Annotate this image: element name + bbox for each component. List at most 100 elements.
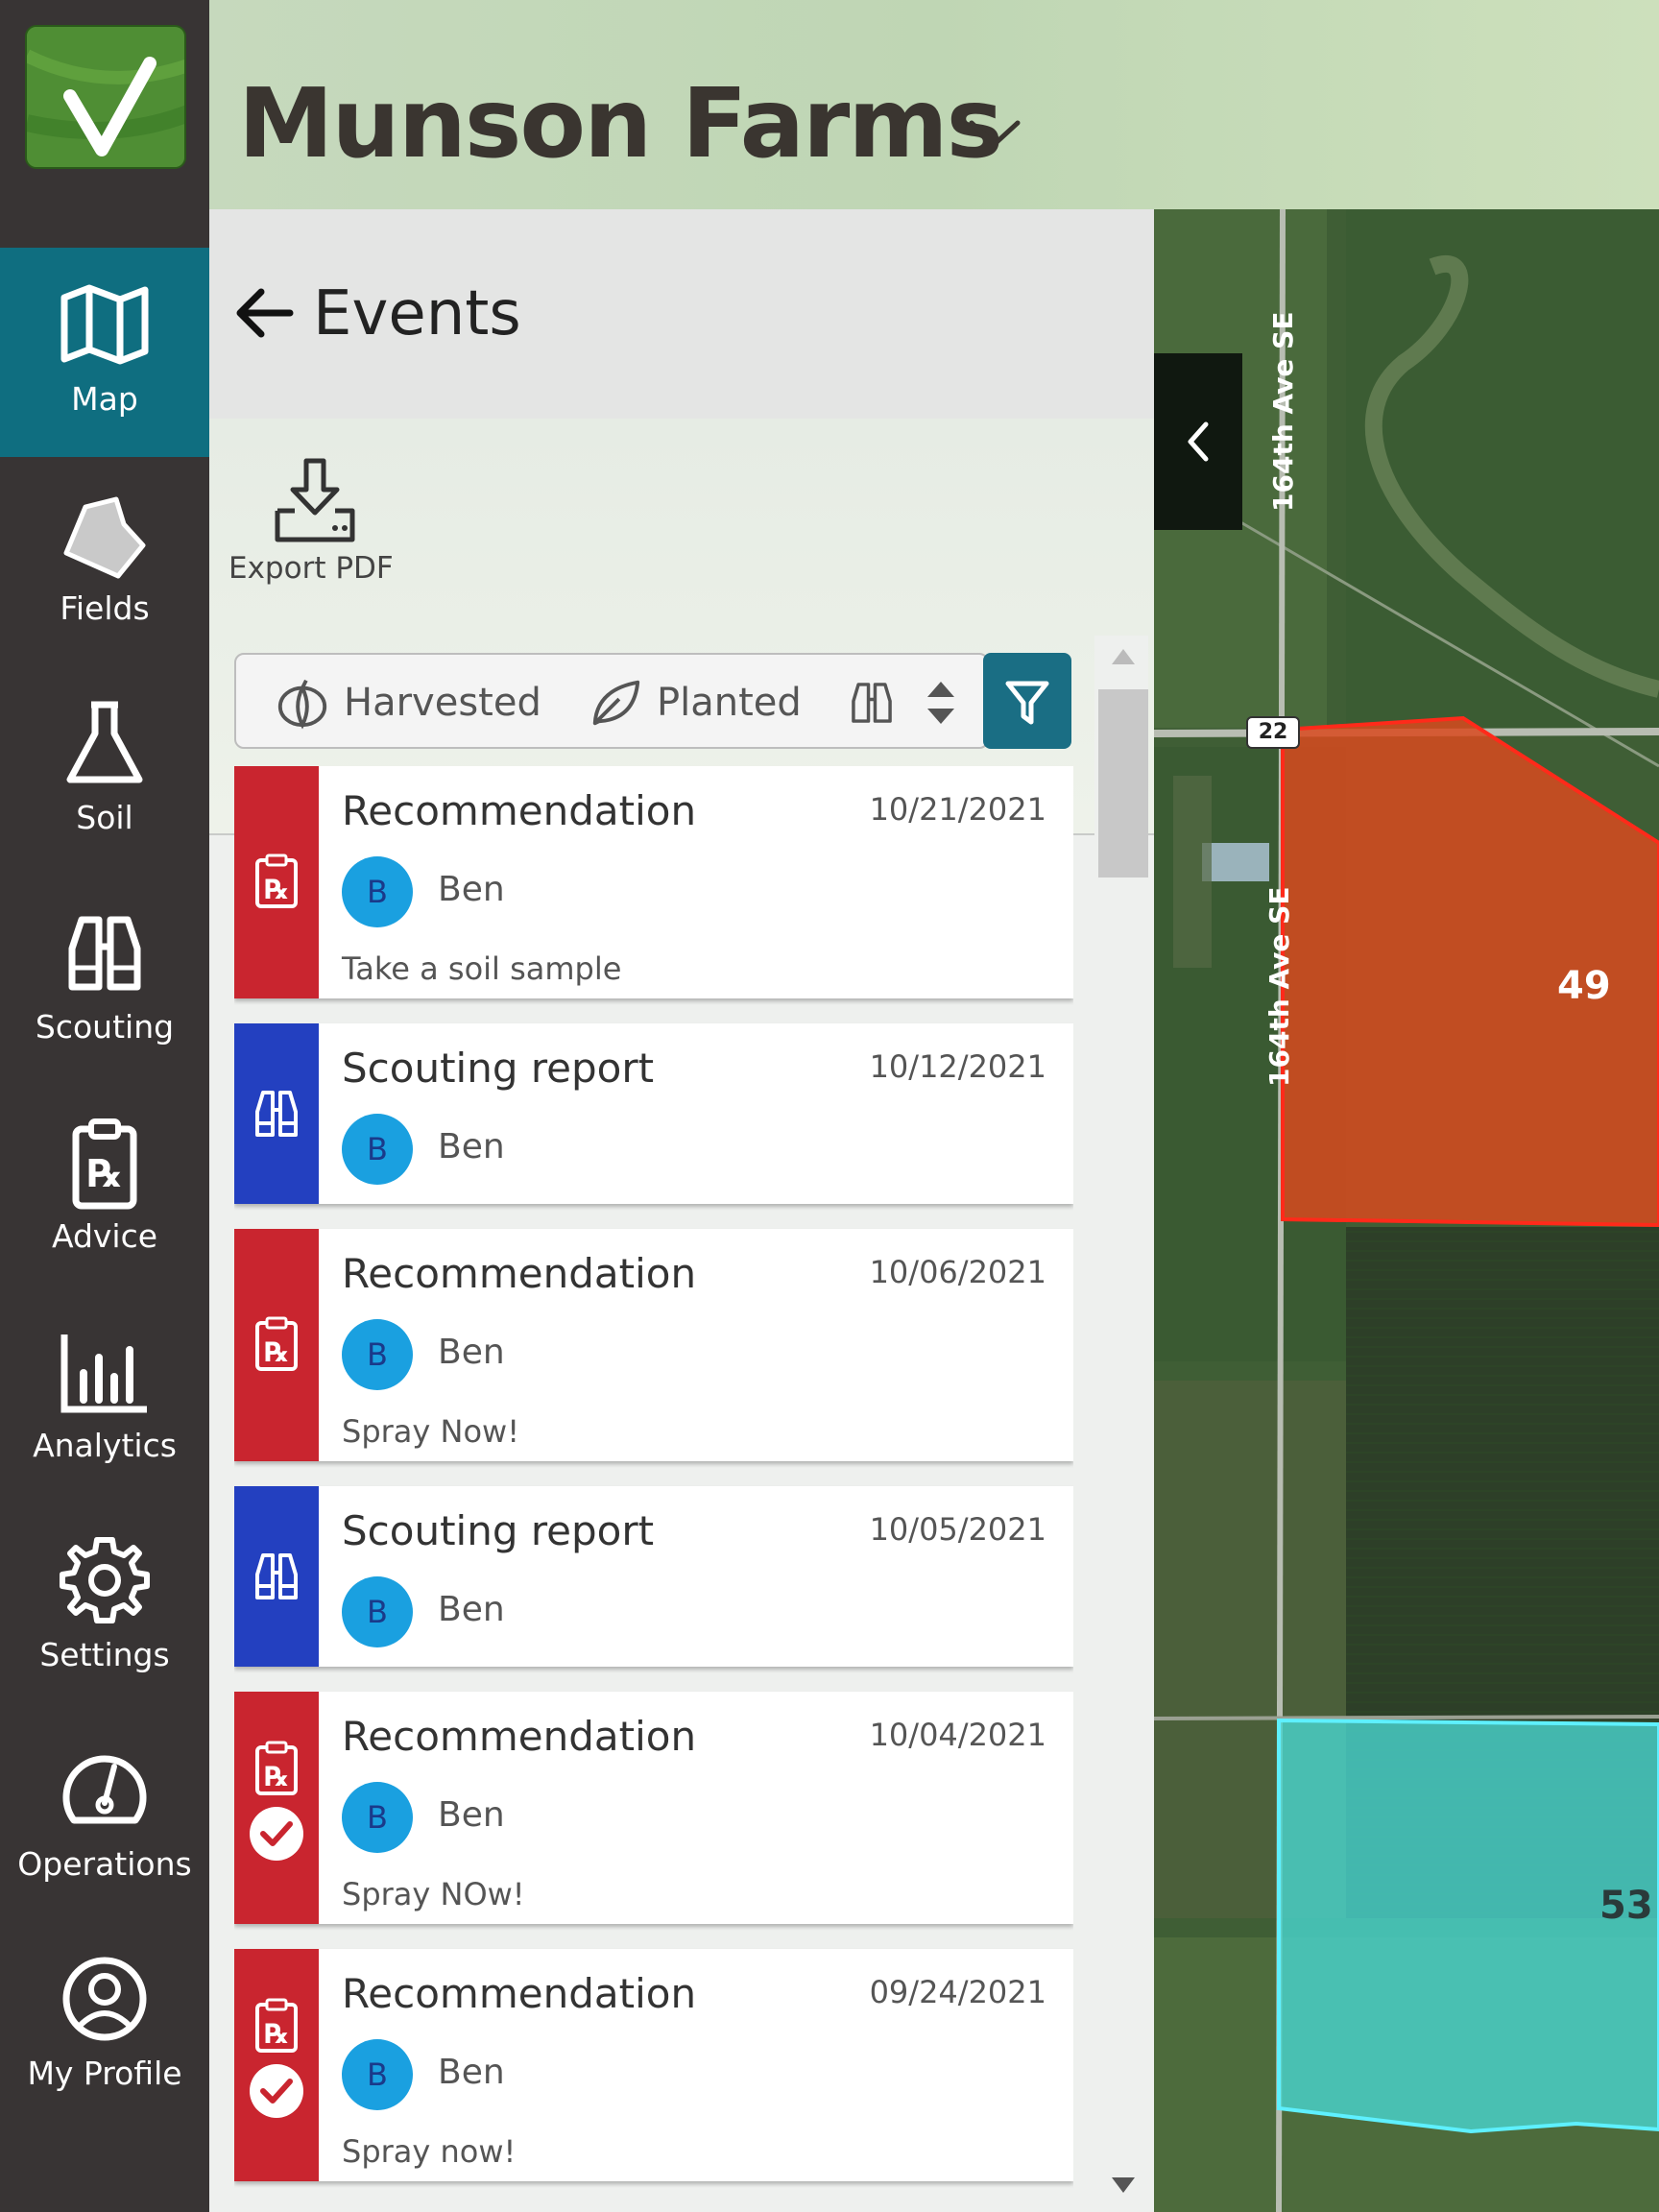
- event-user: Ben: [438, 1795, 505, 1835]
- prescription-clipboard-icon: ℞: [255, 1316, 298, 1371]
- gauge-icon: [62, 1755, 147, 1824]
- svg-text:℞: ℞: [264, 1336, 288, 1368]
- event-user: Ben: [438, 1333, 505, 1372]
- event-type-bar: ℞: [234, 1949, 319, 2181]
- nav-item-analytics[interactable]: Analytics: [0, 1294, 209, 1503]
- prescription-clipboard-icon: ℞: [255, 1998, 298, 2053]
- nav-item-scouting[interactable]: Scouting: [0, 876, 209, 1085]
- event-user: Ben: [438, 870, 505, 909]
- nav-item-settings[interactable]: Settings: [0, 1503, 209, 1713]
- nav-item-soil[interactable]: Soil: [0, 666, 209, 876]
- user-circle-icon: [62, 1957, 147, 2041]
- event-date: 10/04/2021: [869, 1717, 1046, 1753]
- side-nav: Map Fields Soil Scouting ℞ Advice Analyt…: [0, 0, 209, 2212]
- svg-text:℞: ℞: [264, 2018, 288, 2050]
- collapse-panel-button[interactable]: [1154, 353, 1242, 530]
- avatar: B: [342, 1114, 413, 1185]
- route-shield: 22: [1246, 716, 1300, 749]
- prescription-clipboard-icon: ℞: [255, 854, 298, 908]
- road-label: 164th Ave SE: [1267, 311, 1299, 512]
- event-date: 10/21/2021: [869, 791, 1046, 828]
- prescription-clipboard-icon: ℞: [72, 1118, 137, 1210]
- app-logo[interactable]: [25, 25, 186, 169]
- scroll-down-arrow-icon[interactable]: [1110, 2176, 1137, 2195]
- event-user: Ben: [438, 1127, 505, 1166]
- avatar: B: [342, 1576, 413, 1647]
- nav-item-operations[interactable]: Operations: [0, 1713, 209, 1922]
- download-tray-icon: [275, 458, 355, 542]
- nav-item-advice[interactable]: ℞ Advice: [0, 1085, 209, 1294]
- filter-bar: Harvested Planted: [234, 653, 989, 749]
- nav-item-fields[interactable]: Fields: [0, 457, 209, 666]
- event-date: 09/24/2021: [869, 1974, 1046, 2010]
- event-date: 10/05/2021: [869, 1511, 1046, 1548]
- checkmark-circle-icon: [250, 2064, 303, 2118]
- event-note: Take a soil sample: [342, 950, 622, 987]
- back-arrow-icon[interactable]: [234, 282, 296, 344]
- event-note: Spray NOw!: [342, 1876, 525, 1912]
- svg-text:℞: ℞: [87, 1152, 122, 1196]
- binoculars-icon: [255, 1553, 298, 1599]
- event-title: Recommendation: [342, 1713, 697, 1760]
- event-type-bar: ℞: [234, 1229, 319, 1461]
- map-icon: [60, 284, 149, 365]
- svg-text:℞: ℞: [264, 874, 288, 905]
- event-card[interactable]: Scouting report 10/12/2021 B Ben: [234, 1023, 1073, 1204]
- events-list: ℞ Recommendation 10/21/2021 B Ben Take a…: [234, 766, 1073, 2212]
- event-card[interactable]: ℞ Recommendation 09/24/2021 B Ben Spray …: [234, 1949, 1073, 2181]
- checkmark-circle-icon: [250, 1807, 303, 1861]
- bar-chart-icon: [60, 1334, 147, 1413]
- planted-filter-chip[interactable]: Planted: [588, 655, 802, 751]
- funnel-icon: [1005, 681, 1049, 725]
- event-type-bar: ℞: [234, 1692, 319, 1924]
- event-user: Ben: [438, 2053, 505, 2092]
- nav-label: Operations: [17, 1845, 192, 1883]
- nav-item-my-profile[interactable]: My Profile: [0, 1922, 209, 2131]
- avatar: B: [342, 1319, 413, 1390]
- leaf-icon: [592, 680, 640, 726]
- nav-label: My Profile: [27, 2055, 182, 2092]
- chevron-down-icon[interactable]: [966, 115, 1023, 154]
- export-pdf-label: Export PDF: [228, 551, 394, 586]
- prescription-clipboard-icon: ℞: [255, 1741, 298, 1795]
- panel-title: Events: [313, 278, 521, 349]
- nav-label: Soil: [76, 799, 133, 836]
- nav-item-map[interactable]: Map: [0, 248, 209, 457]
- nav-label: Advice: [51, 1217, 158, 1255]
- event-card[interactable]: ℞ Recommendation 10/06/2021 B Ben Spray …: [234, 1229, 1073, 1461]
- panel-header: Events: [209, 209, 1154, 419]
- field-label-53[interactable]: 53: [1599, 1884, 1653, 1928]
- scrollbar-thumb[interactable]: [1098, 689, 1148, 878]
- event-title: Scouting report: [342, 1507, 655, 1554]
- binoculars-filter-icon[interactable]: [847, 678, 897, 728]
- event-title: Recommendation: [342, 1970, 697, 2017]
- sort-icon[interactable]: [922, 678, 960, 728]
- event-type-bar: [234, 1486, 319, 1667]
- event-title: Recommendation: [342, 1250, 697, 1297]
- event-card[interactable]: Scouting report 10/05/2021 B Ben: [234, 1486, 1073, 1667]
- event-type-bar: ℞: [234, 766, 319, 998]
- event-title: Recommendation: [342, 787, 697, 834]
- export-pdf-button[interactable]: Export PDF: [228, 457, 394, 601]
- app-header: Munson Farms: [209, 0, 1659, 209]
- road-label: 164th Ave SE: [1263, 886, 1295, 1087]
- nav-label: Settings: [39, 1636, 170, 1673]
- event-note: Spray now!: [342, 2133, 517, 2170]
- avatar: B: [342, 1782, 413, 1853]
- events-panel: Events Export PDF Harvested Planted ℞ Re…: [209, 209, 1154, 2212]
- harvested-filter-chip[interactable]: Harvested: [275, 655, 541, 751]
- event-type-bar: [234, 1023, 319, 1204]
- binoculars-icon: [68, 916, 141, 991]
- flask-icon: [66, 701, 143, 783]
- farm-selector-title[interactable]: Munson Farms: [238, 67, 1003, 180]
- field-label-49[interactable]: 49: [1557, 964, 1611, 1008]
- scroll-up-arrow-icon[interactable]: [1110, 647, 1137, 666]
- event-card[interactable]: ℞ Recommendation 10/21/2021 B Ben Take a…: [234, 766, 1073, 998]
- gear-icon: [60, 1537, 150, 1623]
- avatar: B: [342, 856, 413, 927]
- planted-label: Planted: [657, 681, 802, 725]
- chevron-left-icon: [1188, 421, 1209, 462]
- event-card[interactable]: ℞ Recommendation 10/04/2021 B Ben Spray …: [234, 1692, 1073, 1924]
- filter-button[interactable]: [983, 653, 1071, 749]
- binoculars-icon: [255, 1091, 298, 1137]
